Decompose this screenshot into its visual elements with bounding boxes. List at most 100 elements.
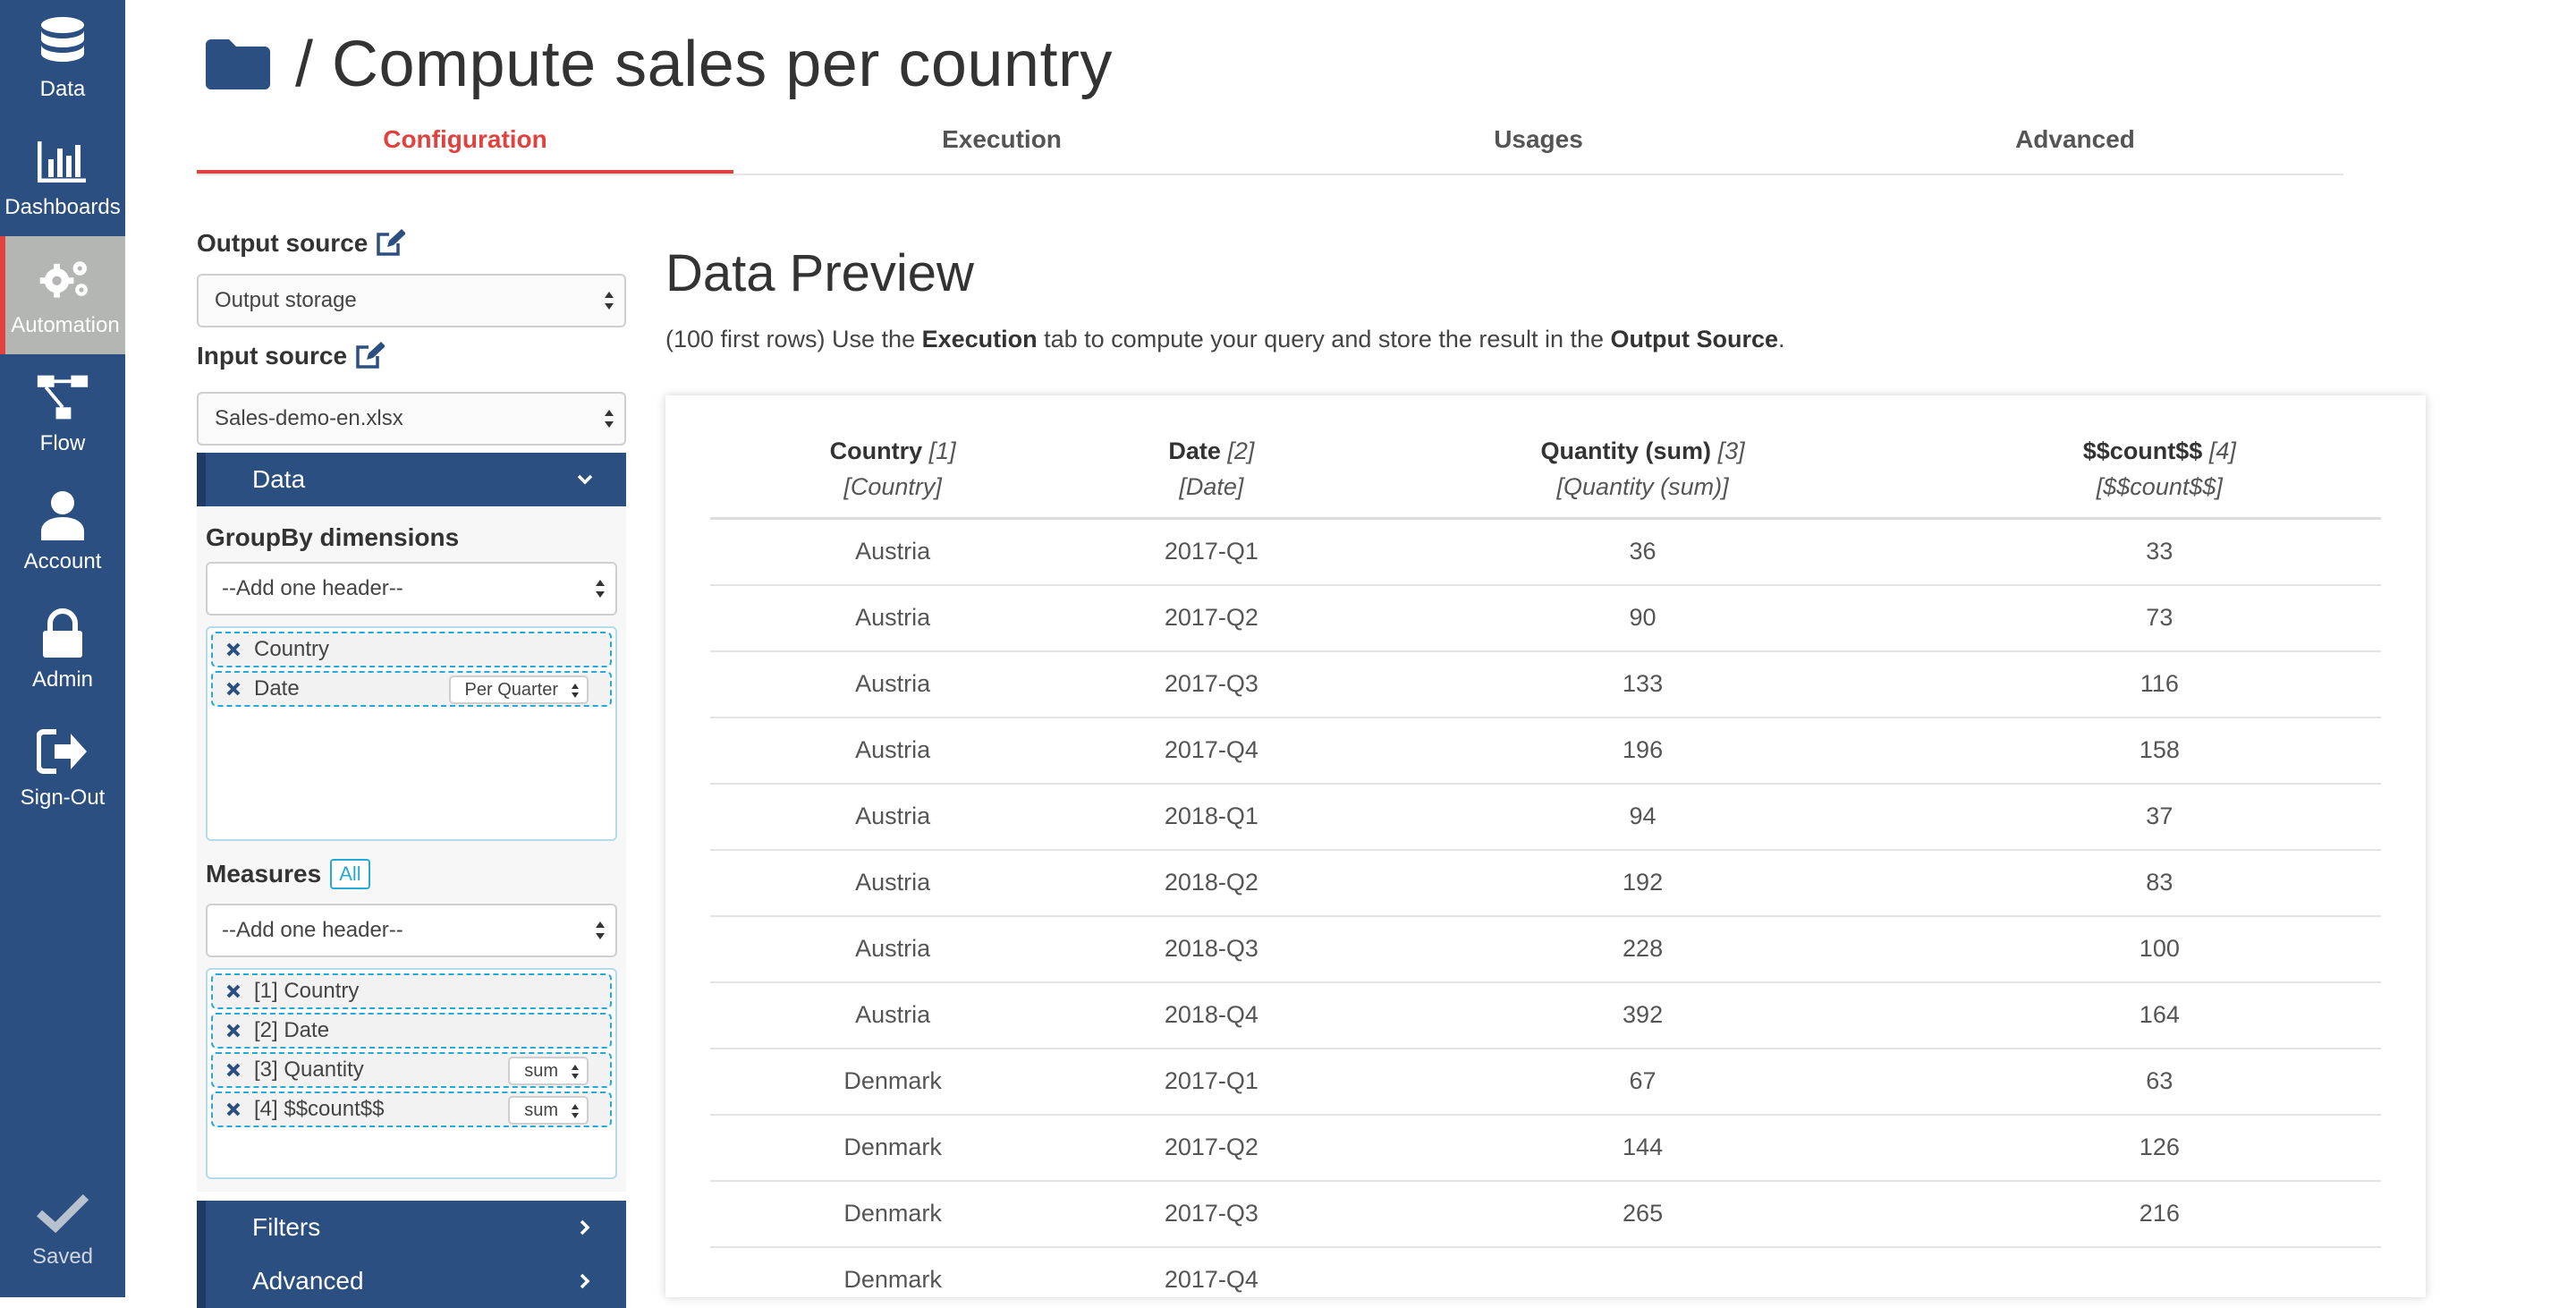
check-icon (36, 1192, 89, 1237)
aggregation-value: sum (524, 1061, 558, 1081)
table-cell: 164 (1937, 981, 2381, 1049)
groupby-label: GroupBy dimensions (206, 523, 460, 551)
preview-description: (100 first rows) Use the Execution tab t… (665, 326, 1785, 353)
page-title-text: / Compute sales per country (295, 29, 1113, 100)
tab-advanced[interactable]: Advanced (1807, 113, 2343, 174)
input-source-value: Sales-demo-en.xlsx (215, 406, 403, 430)
nav-item-flow[interactable]: Flow (0, 354, 125, 472)
table-row: Denmark 2017-Q1 67 63 (710, 1048, 2381, 1116)
remove-icon[interactable] (225, 681, 242, 697)
aggregation-select[interactable]: sum (508, 1057, 589, 1085)
advanced-section-label: Advanced (252, 1267, 364, 1295)
nav-item-account[interactable]: Account (0, 472, 125, 590)
table-cell: 158 (1937, 717, 2381, 785)
groupby-chip-date[interactable]: Date Per Quarter (211, 671, 612, 707)
groupby-chip-country[interactable]: Country (211, 632, 612, 667)
remove-icon[interactable] (225, 1101, 242, 1117)
input-source-label-text: Input source (197, 342, 348, 369)
nav-label: Admin (31, 667, 94, 692)
table-cell: Austria (710, 518, 1076, 586)
nav-label: Dashboards (4, 195, 121, 219)
table-cell: 94 (1347, 783, 1938, 851)
page-title: / Compute sales per country (204, 20, 1113, 109)
filters-section-label: Filters (252, 1213, 321, 1241)
measure-chip-quantity[interactable]: [3] Quantity sum (211, 1052, 612, 1088)
table-cell: 216 (1937, 1180, 2381, 1248)
remove-icon[interactable] (225, 1023, 242, 1039)
output-source-select[interactable]: Output storage (197, 274, 626, 327)
filters-section-header[interactable]: Filters (197, 1201, 626, 1254)
measures-add-select[interactable]: --Add one header-- (206, 904, 617, 957)
nav-item-admin[interactable]: Admin (0, 590, 125, 709)
input-source-select[interactable]: Sales-demo-en.xlsx (197, 392, 626, 446)
column-header-country[interactable]: Country [1] [Country] (710, 422, 1076, 520)
edit-icon[interactable] (356, 342, 386, 370)
table-cell: 37 (1937, 783, 2381, 851)
chevron-right-icon (580, 1273, 590, 1289)
measure-chip-date[interactable]: [2] Date (211, 1013, 612, 1049)
table-row: Denmark 2017-Q2 144 126 (710, 1114, 2381, 1182)
remove-icon[interactable] (225, 1062, 242, 1078)
table-cell: Austria (710, 915, 1076, 983)
table-cell: 2018-Q4 (1075, 981, 1348, 1049)
preview-desc-output-source: Output Source (1610, 326, 1779, 352)
measure-chip-label: [2] Date (254, 1018, 330, 1042)
table-body: Austria 2017-Q1 36 33 Austria 2017-Q2 90 73 Aust… (710, 518, 2381, 1297)
table-cell: 2017-Q3 (1075, 1180, 1348, 1248)
nav-label: Data (39, 77, 86, 101)
edit-icon[interactable] (377, 229, 407, 258)
groupby-add-select[interactable]: --Add one header-- (206, 562, 617, 616)
table-row: Austria 2018-Q3 228 100 (710, 915, 2381, 983)
remove-icon[interactable] (225, 983, 242, 999)
preview-desc-part: (100 first rows) Use the (665, 326, 922, 352)
table-row: Denmark 2017-Q3 265 216 (710, 1180, 2381, 1248)
table-cell: 265 (1347, 1180, 1938, 1248)
table-cell: 126 (1937, 1114, 2381, 1182)
table-cell: 116 (1937, 650, 2381, 718)
folder-icon[interactable] (204, 38, 272, 91)
column-header-quantity[interactable]: Quantity (sum) [3] [Quantity (sum)] (1347, 422, 1938, 520)
measure-chip-count[interactable]: [4] $$count$$ sum (211, 1091, 612, 1127)
config-panel: Output source Output storage Input sourc… (197, 224, 626, 1308)
nav-item-automation[interactable]: Automation (0, 236, 125, 354)
table-cell: 392 (1347, 981, 1938, 1049)
table-header-row: Country [1] [Country] Date [2] [Date] Quan… (710, 422, 2381, 520)
nav-label: Sign-Out (20, 786, 106, 810)
table-cell: 196 (1347, 717, 1938, 785)
table-cell: 2017-Q3 (1075, 650, 1348, 718)
measures-all-button[interactable]: All (330, 859, 370, 889)
table-cell: 2018-Q3 (1075, 915, 1348, 983)
table-cell: 2017-Q1 (1075, 518, 1348, 586)
nav-item-data[interactable]: Data (0, 0, 125, 118)
date-granularity-select[interactable]: Per Quarter (448, 675, 589, 704)
nav-label: Account (23, 549, 102, 573)
nav-item-dashboards[interactable]: Dashboards (0, 118, 125, 236)
preview-title: Data Preview (665, 244, 974, 302)
data-section-header[interactable]: Data (197, 453, 626, 506)
main-nav: Data Dashboards Automation Flow Account … (0, 0, 125, 1297)
column-header-date[interactable]: Date [2] [Date] (1075, 422, 1348, 520)
advanced-section-header[interactable]: Advanced (197, 1254, 626, 1308)
chevron-down-icon (577, 474, 593, 485)
table-cell: 90 (1347, 584, 1938, 652)
table-cell: 2017-Q4 (1075, 1246, 1348, 1297)
tab-usages[interactable]: Usages (1270, 113, 1807, 174)
groupby-placeholder: --Add one header-- (222, 576, 403, 600)
column-header-count[interactable]: $$count$$ [4] [$$count$$] (1937, 422, 2381, 520)
aggregation-value: sum (524, 1100, 558, 1120)
nav-item-sign-out[interactable]: Sign-Out (0, 709, 125, 827)
table-cell: 67 (1347, 1048, 1938, 1116)
measure-chip-country[interactable]: [1] Country (211, 973, 612, 1009)
measure-chip-label: [1] Country (254, 979, 360, 1003)
tab-execution[interactable]: Execution (733, 113, 1270, 174)
table-row: Austria 2018-Q4 392 164 (710, 981, 2381, 1049)
remove-icon[interactable] (225, 641, 242, 658)
table-cell: Austria (710, 981, 1076, 1049)
table-cell: Denmark (710, 1180, 1076, 1248)
input-source-label: Input source (197, 336, 626, 376)
tab-configuration[interactable]: Configuration (197, 113, 733, 174)
nav-label: Automation (11, 313, 120, 337)
chevron-right-icon (580, 1219, 590, 1236)
select-arrows-icon (596, 580, 605, 598)
aggregation-select[interactable]: sum (508, 1096, 589, 1125)
